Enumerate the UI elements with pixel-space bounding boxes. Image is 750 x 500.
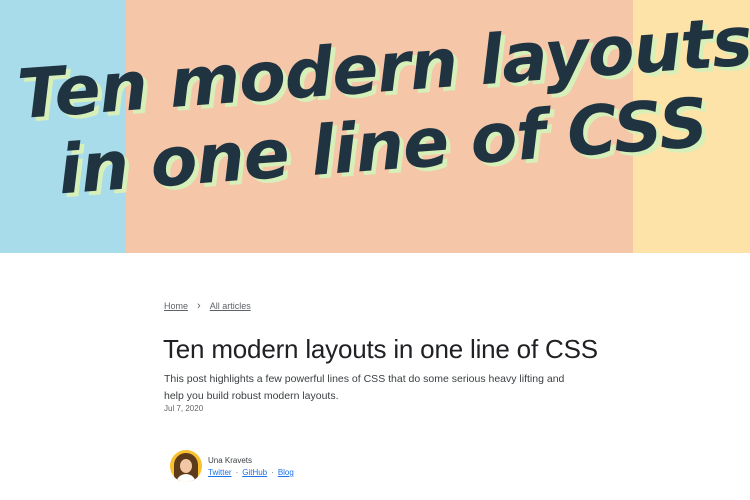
article-subtitle: This post highlights a few powerful line… <box>164 373 565 402</box>
author-twitter-link[interactable]: Twitter <box>208 468 232 477</box>
breadcrumb-home-link[interactable]: Home <box>164 301 188 311</box>
author-link-separator: · <box>271 468 274 477</box>
author-links: Twitter · GitHub · Blog <box>208 468 294 477</box>
author-block: Una Kravets Twitter · GitHub · Blog <box>170 450 294 482</box>
hero-banner: Ten modern layouts in one line of CSS <box>0 0 750 253</box>
author-github-link[interactable]: GitHub <box>242 468 267 477</box>
article-date: Jul 7, 2020 <box>164 404 204 413</box>
author-name: Una Kravets <box>208 456 253 465</box>
breadcrumb: Home › All articles <box>164 300 251 312</box>
breadcrumb-all-articles-link[interactable]: All articles <box>210 301 251 311</box>
page-title: Ten modern layouts in one line of CSS <box>163 334 598 364</box>
author-meta: Una Kravets Twitter · GitHub · Blog <box>208 450 294 477</box>
author-blog-link[interactable]: Blog <box>278 468 294 477</box>
avatar <box>170 450 202 482</box>
author-link-separator: · <box>235 468 239 477</box>
breadcrumb-chevron-icon: › <box>197 300 201 312</box>
